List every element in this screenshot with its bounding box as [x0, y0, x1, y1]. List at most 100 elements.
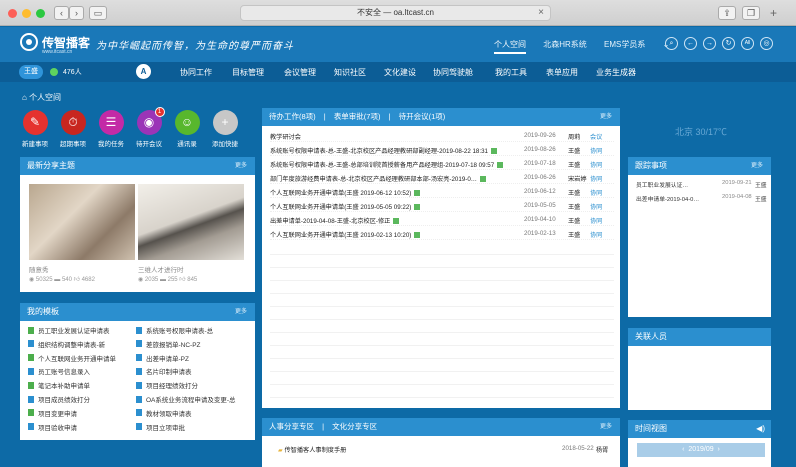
quick-app[interactable]: + 添加快捷 [205, 110, 245, 148]
all-apps-icon[interactable]: All [741, 37, 754, 50]
template-item[interactable]: 项目变更申请 [28, 408, 77, 418]
tab-pending-meetings[interactable]: 待开会议(1项) [399, 112, 446, 121]
menu-item-cockpit[interactable]: 协同驾驶舱 [433, 67, 473, 78]
template-item[interactable]: OA系统业务流程申请及变更-总 [136, 394, 236, 404]
row-type[interactable]: 协同 [590, 230, 602, 239]
template-item[interactable]: 员工账号信息录入 [28, 366, 90, 376]
quick-app[interactable]: ✎ 新建事项 [15, 110, 55, 148]
template-item[interactable]: 名片印制申请表 [136, 366, 192, 376]
quick-app-label: 待开会议 [136, 141, 162, 148]
row-type[interactable]: 协同 [590, 216, 602, 225]
template-item[interactable]: 项目立项审批 [136, 422, 185, 432]
template-item[interactable]: 组织结构调整申请表-新 [28, 339, 105, 349]
speaker-icon[interactable]: ◀) [756, 420, 765, 438]
quick-app[interactable]: ◉ 1 待开会议 [129, 107, 169, 148]
row-type[interactable]: 协同 [590, 202, 602, 211]
form-icon [28, 367, 34, 375]
template-item[interactable]: 系统账号权限申请表-总 [136, 325, 213, 335]
template-item[interactable]: 笔记本补助申请单 [28, 380, 90, 390]
sidebar-toggle-icon[interactable]: ▭ [89, 6, 107, 20]
table-row[interactable]: 个人互联网业务开通申请单(王盛 2019-02-13 10:20) 2019-02… [270, 227, 614, 240]
template-item[interactable]: 项目经理绩效打分 [136, 380, 198, 390]
next-month-icon[interactable]: › [714, 446, 720, 453]
table-row[interactable]: 教学研讨会 2019-09-26 周莉 会议 [270, 129, 614, 142]
template-item[interactable]: 教材领取申请表 [136, 408, 192, 418]
tab-culture-share[interactable]: 文化分享专区 [332, 422, 377, 431]
menu-item-generator[interactable]: 业务生成器 [596, 67, 636, 78]
menu-item-goals[interactable]: 目标管理 [232, 67, 264, 78]
template-item[interactable]: 差旅报销单-NC-PZ [136, 339, 201, 349]
menu-item-meetings[interactable]: 会议管理 [284, 67, 316, 78]
menu-item-collab[interactable]: 协同工作 [180, 67, 212, 78]
back-arrow-icon[interactable]: ← [684, 37, 697, 50]
maximize-window-button[interactable] [36, 9, 45, 18]
close-tab-icon[interactable]: × [538, 6, 544, 20]
home-icon[interactable]: A [136, 64, 151, 79]
share-more-link[interactable]: 更多 [600, 418, 612, 436]
topics-more-link[interactable]: 更多 [235, 157, 247, 175]
table-row[interactable]: 系统账号权限申请表-总-王盛-北京校区产品经理教研部副经理-2019-08-22… [270, 143, 614, 156]
quick-app[interactable]: ☰ 我的任务 [91, 110, 131, 148]
menu-item-culture[interactable]: 文化建设 [384, 67, 416, 78]
template-item[interactable]: 项目成员绩效打分 [28, 394, 90, 404]
empty-row [270, 373, 614, 385]
forward-icon[interactable]: › [69, 6, 84, 20]
quick-app[interactable]: ☺ 通讯录 [167, 110, 207, 148]
minimize-window-button[interactable] [22, 9, 31, 18]
row-type[interactable]: 协同 [590, 160, 602, 169]
settings-icon[interactable]: ◎ [760, 37, 773, 50]
row-type[interactable]: 协同 [590, 146, 602, 155]
table-row[interactable]: 个人互联网业务开通申请单(王盛 2019-06-12 10:52) 2019-06… [270, 185, 614, 198]
sys-nav-personal-space[interactable]: 个人空间 [494, 40, 526, 49]
menu-item-forms[interactable]: 表单应用 [546, 67, 578, 78]
topic-photo-1[interactable] [29, 184, 135, 260]
share-icon[interactable]: ⇪ [718, 6, 736, 20]
template-item[interactable]: 个人互联网业务开通申请单 [28, 353, 116, 363]
sys-nav-ems[interactable]: EMS学员系 [604, 40, 645, 49]
close-window-button[interactable] [8, 9, 17, 18]
template-label: 项目经理绩效打分 [146, 383, 198, 391]
contacts-header: 关联人员 [628, 328, 771, 346]
topic-caption-1[interactable]: 随意秀 [29, 264, 49, 274]
tab-hr-share[interactable]: 人事分享专区 [269, 422, 314, 431]
quick-app[interactable]: ⏱ 超期事项 [53, 110, 93, 148]
empty-row [270, 334, 614, 346]
new-tab-icon[interactable]: + [770, 6, 777, 20]
form-icon [136, 367, 142, 375]
table-row[interactable]: 系统账号权限申请表-总-王盛-总部培训院首授薪备用产品经理组-2019-07-1… [270, 157, 614, 170]
tabs-icon[interactable]: ❐ [742, 6, 760, 20]
tab-form-approval[interactable]: 表单审批(7项) [334, 112, 381, 121]
topic-photo-2[interactable] [138, 184, 244, 260]
forward-arrow-icon[interactable]: → [703, 37, 716, 50]
tab-pending-work[interactable]: 待办工作(8项) [269, 112, 316, 121]
template-item[interactable]: 项目验收申请 [28, 422, 77, 432]
table-row[interactable]: 出差申请单-2019-04-08-王盛-北京校区-修正 2019-04-10 王盛 协… [270, 213, 614, 226]
comments-count: 540 [61, 277, 72, 283]
menu-item-knowledge[interactable]: 知识社区 [334, 67, 366, 78]
row-type[interactable]: 协同 [590, 174, 602, 183]
avatar[interactable]: 王盛 [19, 65, 43, 79]
table-row[interactable]: 个人互联网业务开通申请单(王盛 2019-05-05 09:22) 2019-05… [270, 199, 614, 212]
row-person: 王盛 [568, 148, 581, 155]
empty-row [270, 282, 614, 294]
pending-more-link[interactable]: 更多 [600, 108, 612, 126]
tracking-title[interactable]: 出差申请单-2019-04-0… [636, 194, 699, 203]
tracking-more-link[interactable]: 更多 [751, 157, 763, 175]
menu-item-tools[interactable]: 我的工具 [495, 67, 527, 78]
address-bar[interactable]: 不安全 — oa.ltcast.cn × [240, 5, 551, 21]
row-type[interactable]: 协同 [590, 188, 602, 197]
share-row[interactable]: ▰ 传智播客人事制度手册 2018-05-22 杨胥 [270, 442, 614, 455]
search-icon[interactable]: ⌕ [665, 37, 678, 50]
topic-caption-2[interactable]: 三维人才进行时 [138, 264, 184, 274]
template-item[interactable]: 员工职业发展认证申请表 [28, 325, 110, 335]
sys-nav-hr-system[interactable]: 北森HR系统 [543, 40, 587, 49]
tracking-title[interactable]: 员工职业发展认证… [636, 180, 688, 189]
table-row[interactable]: 部门年度旅游经费申请表-总-北京校区产品经理教研部本部-汤宏亮-2019-0… 2… [270, 171, 614, 184]
form-icon [28, 395, 34, 403]
online-count-text: 476人 [63, 69, 82, 76]
refresh-icon[interactable]: ↻ [722, 37, 735, 50]
back-icon[interactable]: ‹ [54, 6, 69, 20]
row-type[interactable]: 会议 [590, 132, 602, 141]
template-item[interactable]: 出差申请单-PZ [136, 353, 189, 363]
templates-more-link[interactable]: 更多 [235, 303, 247, 321]
